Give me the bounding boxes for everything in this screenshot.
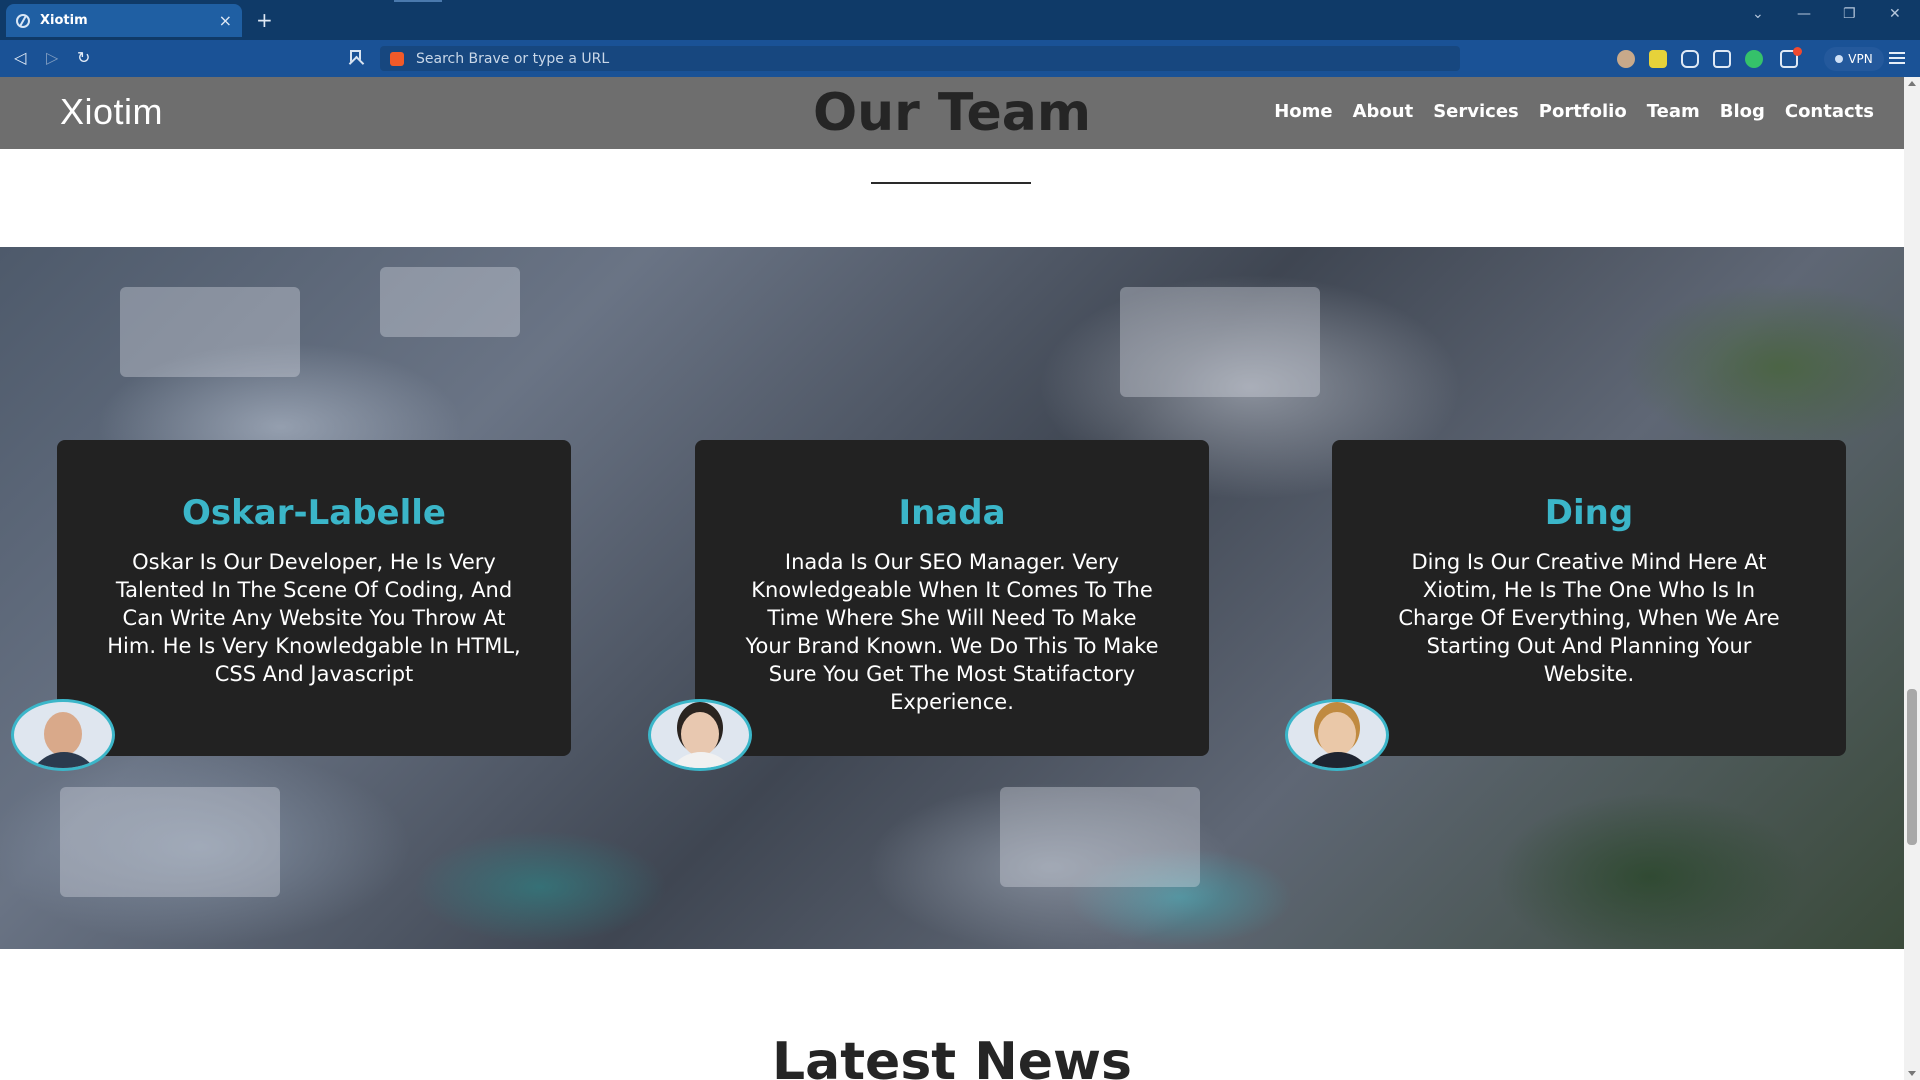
team-member-bio: Ding Is Our Creative Mind Here At Xiotim… bbox=[1398, 550, 1780, 686]
background-building bbox=[380, 267, 520, 337]
team-member-bio: Oskar Is Our Developer, He Is Very Talen… bbox=[107, 550, 521, 686]
team-card: Ding Ding Is Our Creative Mind Here At X… bbox=[1332, 440, 1846, 756]
team-section: Oskar-Labelle Oskar Is Our Developer, He… bbox=[0, 247, 1904, 949]
team-member-bio: Inada Is Our SEO Manager. Very Knowledge… bbox=[745, 550, 1159, 714]
maximize-button[interactable]: ❐ bbox=[1843, 6, 1856, 22]
puzzle-icon[interactable] bbox=[1681, 50, 1699, 68]
grammarly-icon[interactable] bbox=[1745, 50, 1763, 68]
extension-icon[interactable] bbox=[1617, 50, 1635, 68]
title-underline bbox=[871, 182, 1031, 184]
tab-search-icon[interactable]: ⌄ bbox=[1752, 6, 1764, 22]
address-placeholder: Search Brave or type a URL bbox=[416, 50, 610, 67]
menu-icon[interactable] bbox=[1889, 52, 1905, 64]
avatar bbox=[648, 699, 752, 771]
browser-tab[interactable]: Xiotim × bbox=[6, 4, 242, 37]
globe-icon bbox=[16, 13, 30, 28]
reload-icon[interactable]: ↻ bbox=[77, 48, 90, 67]
tab-loading-indicator bbox=[394, 0, 442, 2]
wallet-icon[interactable] bbox=[1649, 50, 1667, 68]
vpn-status-icon bbox=[1835, 55, 1844, 63]
avatar bbox=[1285, 699, 1389, 771]
team-card: Oskar-Labelle Oskar Is Our Developer, He… bbox=[57, 440, 571, 756]
vpn-label: VPN bbox=[1848, 52, 1873, 66]
background-building bbox=[120, 287, 300, 377]
tab-title: Xiotim bbox=[40, 13, 88, 28]
avatar-face bbox=[681, 712, 719, 756]
brave-shield-icon[interactable] bbox=[390, 51, 404, 66]
latest-news-title: Latest News bbox=[771, 1032, 1133, 1080]
forward-icon[interactable]: ▷ bbox=[46, 48, 58, 67]
page-viewport: Xiotim Home About Services Portfolio Tea… bbox=[0, 77, 1920, 1080]
back-icon[interactable]: ◁ bbox=[14, 48, 26, 67]
close-window-button[interactable]: ✕ bbox=[1889, 6, 1901, 22]
browser-tab-strip: Xiotim × + ⌄ — ❐ ✕ bbox=[0, 0, 1920, 40]
close-tab-icon[interactable]: × bbox=[219, 11, 232, 30]
background-building bbox=[60, 787, 280, 897]
address-bar[interactable]: Search Brave or type a URL bbox=[380, 46, 1460, 71]
scrollbar[interactable] bbox=[1904, 77, 1920, 1080]
background-building bbox=[1120, 287, 1320, 397]
team-member-name: Ding bbox=[1544, 493, 1634, 533]
avatar-face bbox=[1318, 712, 1356, 756]
team-card: Inada Inada Is Our SEO Manager. Very Kno… bbox=[695, 440, 1209, 756]
team-member-name: Inada bbox=[898, 493, 1006, 533]
section-title: Our Team bbox=[812, 83, 1092, 143]
minimize-button[interactable]: — bbox=[1797, 6, 1811, 22]
avatar bbox=[11, 699, 115, 771]
sidebar-icon[interactable] bbox=[1713, 50, 1731, 68]
avatar-face bbox=[44, 712, 82, 756]
scrollbar-thumb[interactable] bbox=[1907, 689, 1917, 845]
wallet-notification-icon[interactable] bbox=[1780, 47, 1802, 68]
browser-toolbar: ◁ ▷ ↻ Search Brave or type a URL VPN bbox=[0, 40, 1920, 77]
scroll-down-arrow-icon[interactable] bbox=[1908, 1071, 1916, 1076]
team-member-name: Oskar-Labelle bbox=[182, 493, 446, 533]
scroll-up-arrow-icon[interactable] bbox=[1908, 81, 1916, 86]
new-tab-button[interactable]: + bbox=[256, 8, 273, 32]
bookmark-icon[interactable] bbox=[350, 50, 361, 65]
vpn-button[interactable]: VPN bbox=[1824, 47, 1884, 71]
background-building bbox=[1000, 787, 1200, 887]
